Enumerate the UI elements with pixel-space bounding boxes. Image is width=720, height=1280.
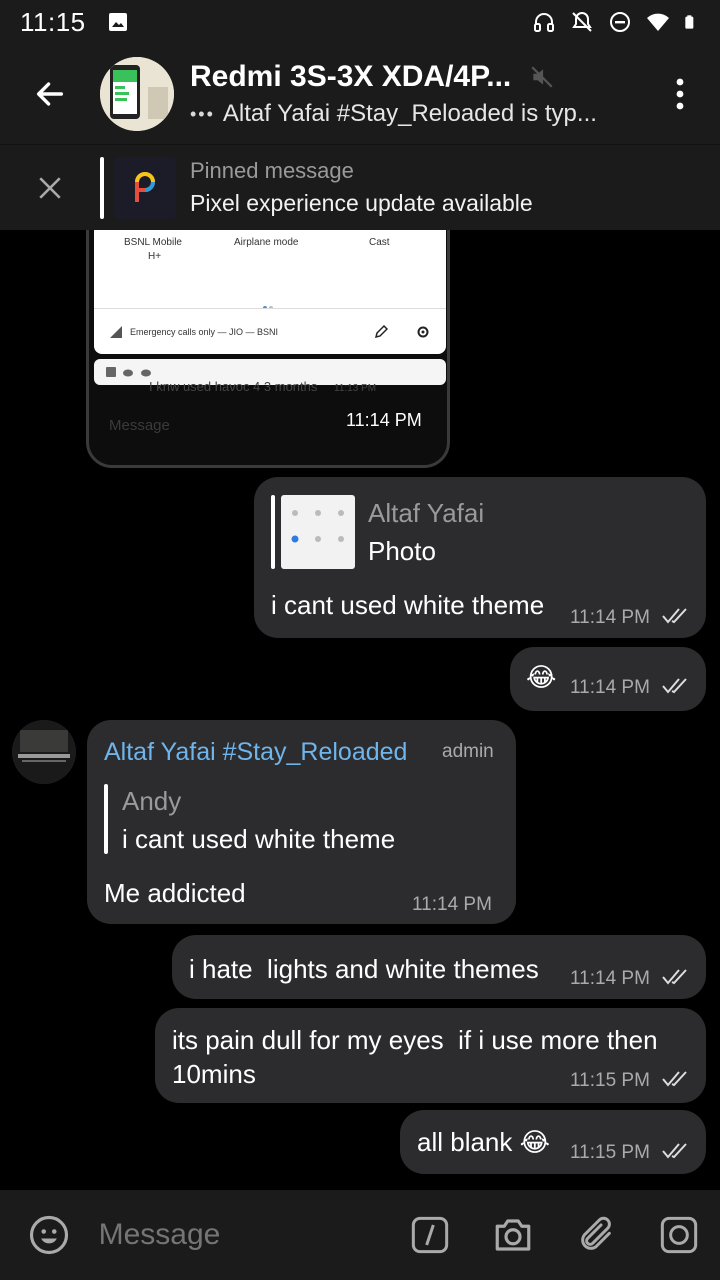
reply-accent-bar xyxy=(104,784,108,854)
photo-ghost-input: Message xyxy=(109,417,170,434)
group-avatar[interactable] xyxy=(100,57,174,131)
chat-title-text: Redmi 3S-3X XDA/4P... xyxy=(190,60,512,93)
message-bubble-outgoing[interactable]: i hate lights and white themes 11:14 PM xyxy=(172,935,706,999)
arrow-back-icon xyxy=(36,82,64,106)
message-bubble-incoming[interactable]: Altaf Yafai #Stay_Reloaded admin Andy i … xyxy=(87,720,516,924)
reply-text: Photo xyxy=(368,536,436,566)
image-icon xyxy=(106,367,116,377)
message-bubble-outgoing[interactable]: all blank 😂 11:15 PM xyxy=(400,1110,706,1174)
message-text: i hate lights and white themes xyxy=(189,954,539,984)
message-text: i cant used white theme xyxy=(271,590,545,620)
headphones-icon xyxy=(534,13,554,32)
reply-accent-bar xyxy=(271,495,275,569)
sender-avatar-image xyxy=(12,720,76,784)
back-button[interactable] xyxy=(0,44,100,144)
message-text: all blank 😂 xyxy=(417,1127,550,1157)
sender-avatar[interactable] xyxy=(12,720,76,784)
message-bubble-outgoing[interactable]: 😂 11:14 PM xyxy=(510,647,706,711)
pinned-thumbnail xyxy=(114,156,176,219)
reply-sender-name: Andy xyxy=(122,786,182,816)
message-time: 11:14 PM xyxy=(570,607,650,628)
do-not-disturb-icon xyxy=(610,12,630,32)
message-time: 11:14 PM xyxy=(570,677,650,698)
pinned-text: Pixel experience update available xyxy=(190,190,533,216)
image-icon xyxy=(108,13,127,31)
read-ticks-icon xyxy=(662,1143,687,1159)
photo-ghost-text: I knw used havoc 4 3 months xyxy=(149,379,318,394)
photo-qs-item: BSNL Mobile xyxy=(124,237,182,248)
reply-text: i cant used white theme xyxy=(122,824,396,854)
read-ticks-icon xyxy=(662,608,687,624)
close-icon xyxy=(39,176,61,199)
message-time: 11:15 PM xyxy=(570,1070,650,1091)
signal-icon xyxy=(110,325,122,338)
cloud-icon xyxy=(141,369,151,377)
battery-icon xyxy=(685,15,694,29)
photo-qs-bottom: Emergency calls only — JIO — BSNI xyxy=(94,308,446,354)
pinned-accent-bar xyxy=(100,156,104,219)
typing-status: ••• Altaf Yafai #Stay_Reloaded is typ... xyxy=(190,100,640,128)
message-text: Me addicted xyxy=(104,878,246,908)
emoji-icon xyxy=(30,1215,69,1255)
message-input[interactable] xyxy=(98,1218,379,1252)
bot-commands-button[interactable] xyxy=(389,1190,472,1280)
admin-badge: admin xyxy=(442,741,494,762)
photo-qs-sub: H+ xyxy=(148,251,162,262)
camera-button[interactable] xyxy=(471,1190,554,1280)
message-input-bar xyxy=(0,1190,720,1280)
chat-header: Redmi 3S-3X XDA/4P... ••• Altaf Yafai #S… xyxy=(0,44,720,144)
photo-qs-item: Cast xyxy=(369,237,390,248)
message-bubble-outgoing[interactable]: Altaf Yafai Photo i cant used white them… xyxy=(254,477,706,638)
photo-ghost-time: 11:13 PM xyxy=(334,383,377,394)
edit-icon xyxy=(374,324,388,338)
close-pinned-button[interactable] xyxy=(0,145,100,231)
read-ticks-icon xyxy=(662,1071,687,1087)
read-ticks-icon xyxy=(662,969,687,985)
wifi-icon xyxy=(647,13,669,31)
status-time: 11:15 xyxy=(20,6,86,37)
photo-message[interactable]: BSNL Mobile H+ Airplane mode Cast Emerge… xyxy=(86,230,450,468)
reply-photo-thumbnail-image xyxy=(291,510,344,543)
message-time: 11:14 PM xyxy=(570,968,650,989)
more-vert-icon xyxy=(676,78,684,110)
reply-photo-thumbnail xyxy=(281,495,355,569)
typing-status-text: Altaf Yafai #Stay_Reloaded is typ... xyxy=(222,100,597,127)
instant-camera-button[interactable] xyxy=(637,1190,720,1280)
slash-command-icon xyxy=(411,1216,449,1254)
reply-sender-name: Altaf Yafai xyxy=(368,498,485,528)
instant-video-icon xyxy=(660,1216,697,1254)
pixel-experience-logo-icon xyxy=(135,171,155,202)
camera-icon xyxy=(495,1219,531,1251)
message-bubble-outgoing[interactable]: its pain dull for my eyes if i use more … xyxy=(155,1008,706,1103)
status-bar: 11:15 xyxy=(0,0,720,44)
photo-emergency-text: Emergency calls only — JIO — BSNI xyxy=(130,326,279,337)
message-time: 11:14 PM xyxy=(412,894,492,915)
attach-button[interactable] xyxy=(554,1190,637,1280)
read-ticks-icon xyxy=(662,678,687,694)
message-time: 11:15 PM xyxy=(570,1142,650,1163)
notifications-off-icon xyxy=(572,11,592,32)
cloud-icon xyxy=(123,369,133,377)
message-text: 😂 xyxy=(526,662,557,692)
pinned-message[interactable]: Pinned message Pixel experience update a… xyxy=(0,144,720,230)
photo-qs-item: Airplane mode xyxy=(234,237,299,248)
settings-icon xyxy=(417,326,429,337)
message-list[interactable]: BSNL Mobile H+ Airplane mode Cast Emerge… xyxy=(0,230,720,1190)
emoji-button[interactable] xyxy=(0,1190,99,1280)
pinned-label: Pinned message xyxy=(190,158,354,183)
more-options-button[interactable] xyxy=(640,44,720,144)
chat-title[interactable]: Redmi 3S-3X XDA/4P... xyxy=(190,60,640,94)
sender-name[interactable]: Altaf Yafai #Stay_Reloaded xyxy=(104,738,407,767)
group-avatar-image xyxy=(100,57,174,131)
muted-icon xyxy=(531,66,553,88)
message-time: 11:14 PM xyxy=(346,410,422,430)
typing-dots-icon: ••• xyxy=(190,103,215,124)
attach-icon xyxy=(580,1216,611,1250)
